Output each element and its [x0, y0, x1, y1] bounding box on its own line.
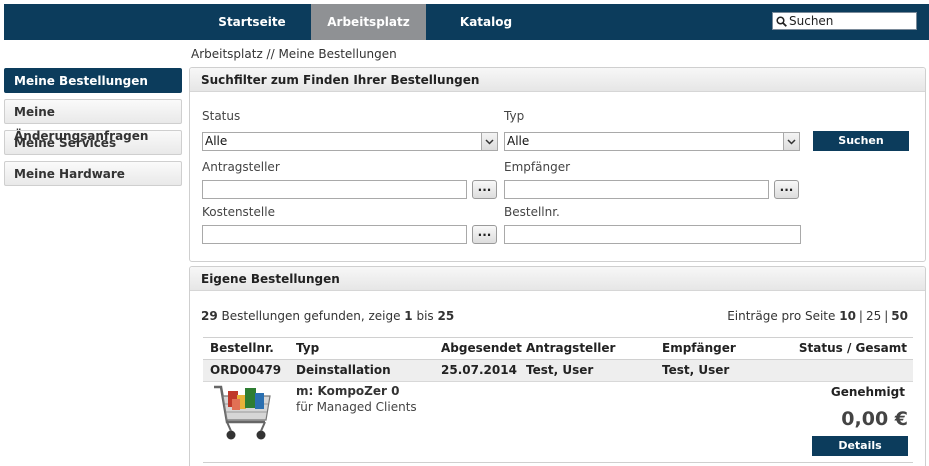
- search-button[interactable]: Suchen: [813, 131, 909, 151]
- search-input[interactable]: [789, 14, 909, 28]
- chevron-down-icon: [481, 133, 497, 150]
- typ-label: Typ: [504, 109, 525, 123]
- breadcrumb: Arbeitsplatz // Meine Bestellungen: [191, 47, 397, 61]
- order-total: 0,00 €: [841, 408, 908, 430]
- col-typ[interactable]: Typ: [296, 338, 319, 359]
- order-date: 25.07.2014: [441, 363, 517, 377]
- per-page-selector: Einträge pro Seite 10 | 25 | 50: [727, 309, 908, 323]
- status-badge: Genehmigt: [830, 385, 905, 399]
- sidebar-item-bestellungen[interactable]: Meine Bestellungen: [4, 68, 182, 93]
- sidebar-item-aenderungsanfragen[interactable]: Meine Änderungsanfragen: [4, 99, 182, 143]
- col-status-gesamt[interactable]: Status / Gesamt: [799, 338, 907, 359]
- antragsteller-input[interactable]: [202, 180, 467, 199]
- filter-panel-title: Suchfilter zum Finden Ihrer Bestellungen: [190, 68, 925, 92]
- col-abgesendet[interactable]: Abgesendet: [441, 338, 522, 359]
- bestellnr-input[interactable]: [504, 225, 801, 244]
- top-bar: Startseite Arbeitsplatz Katalog: [0, 0, 929, 40]
- details-button[interactable]: Details: [812, 436, 908, 456]
- results-from: 1: [404, 309, 413, 323]
- sidebar-item-services[interactable]: Meine Services: [4, 130, 182, 155]
- search-filter-panel: Suchfilter zum Finden Ihrer Bestellungen…: [189, 67, 926, 262]
- results-summary: 29 Bestellungen gefunden, zeige 1 bis 25: [201, 309, 454, 323]
- order-requester: Test, User: [526, 363, 594, 377]
- antragsteller-label: Antragsteller: [202, 160, 280, 174]
- orders-panel-title: Eigene Bestellungen: [190, 267, 925, 291]
- empfaenger-label: Empfänger: [504, 160, 571, 174]
- search-icon: [776, 15, 787, 27]
- sidebar: Meine Bestellungen Meine Änderungsanfrag…: [4, 68, 182, 192]
- item-subtitle: für Managed Clients: [296, 400, 417, 414]
- col-bestellnr[interactable]: Bestellnr.: [210, 338, 274, 359]
- results-text: Bestellungen gefunden, zeige: [217, 309, 405, 323]
- results-count: 29: [201, 309, 218, 323]
- col-antragsteller[interactable]: Antragsteller: [526, 338, 615, 359]
- sidebar-item-hardware[interactable]: Meine Hardware: [4, 161, 182, 186]
- results-to: 25: [437, 309, 455, 323]
- results-text-bis: bis: [412, 309, 438, 323]
- per-page-label: Einträge pro Seite: [727, 309, 840, 323]
- chevron-down-icon: [783, 133, 799, 150]
- col-empfaenger[interactable]: Empfänger: [662, 338, 736, 359]
- bestellnr-label: Bestellnr.: [504, 205, 560, 219]
- global-search[interactable]: [772, 12, 917, 30]
- order-recipient: Test, User: [662, 363, 730, 377]
- per-page-separator: |: [858, 309, 863, 323]
- per-page-25[interactable]: 25: [866, 309, 881, 323]
- empfaenger-picker-button[interactable]: ...: [774, 180, 799, 199]
- per-page-separator: |: [884, 309, 889, 323]
- item-title: m: KompoZer 0: [296, 384, 400, 398]
- orders-panel: Eigene Bestellungen 29 Bestellungen gefu…: [189, 266, 926, 466]
- kostenstelle-label: Kostenstelle: [202, 205, 275, 219]
- tab-startseite[interactable]: Startseite: [193, 4, 311, 40]
- kostenstelle-input[interactable]: [202, 225, 467, 244]
- shopping-cart-icon: [214, 385, 271, 440]
- table-row[interactable]: ORD00479 Deinstallation 25.07.2014 Test,…: [203, 360, 913, 382]
- per-page-50[interactable]: 50: [891, 309, 908, 323]
- tab-arbeitsplatz[interactable]: Arbeitsplatz: [311, 4, 426, 40]
- status-select-value: Alle: [205, 134, 228, 148]
- antragsteller-picker-button[interactable]: ...: [472, 180, 497, 199]
- status-label: Status: [202, 109, 241, 123]
- status-select[interactable]: Alle: [202, 132, 498, 151]
- row-divider: [203, 462, 913, 463]
- empfaenger-input[interactable]: [504, 180, 769, 199]
- order-type: Deinstallation: [296, 363, 391, 377]
- order-number[interactable]: ORD00479: [210, 360, 281, 381]
- orders-table-header: Bestellnr. Typ Abgesendet Antragsteller …: [203, 337, 913, 360]
- typ-select-value: Alle: [507, 134, 530, 148]
- kostenstelle-picker-button[interactable]: ...: [472, 225, 497, 244]
- tab-katalog[interactable]: Katalog: [426, 4, 546, 40]
- typ-select[interactable]: Alle: [504, 132, 800, 151]
- per-page-10[interactable]: 10: [839, 309, 856, 323]
